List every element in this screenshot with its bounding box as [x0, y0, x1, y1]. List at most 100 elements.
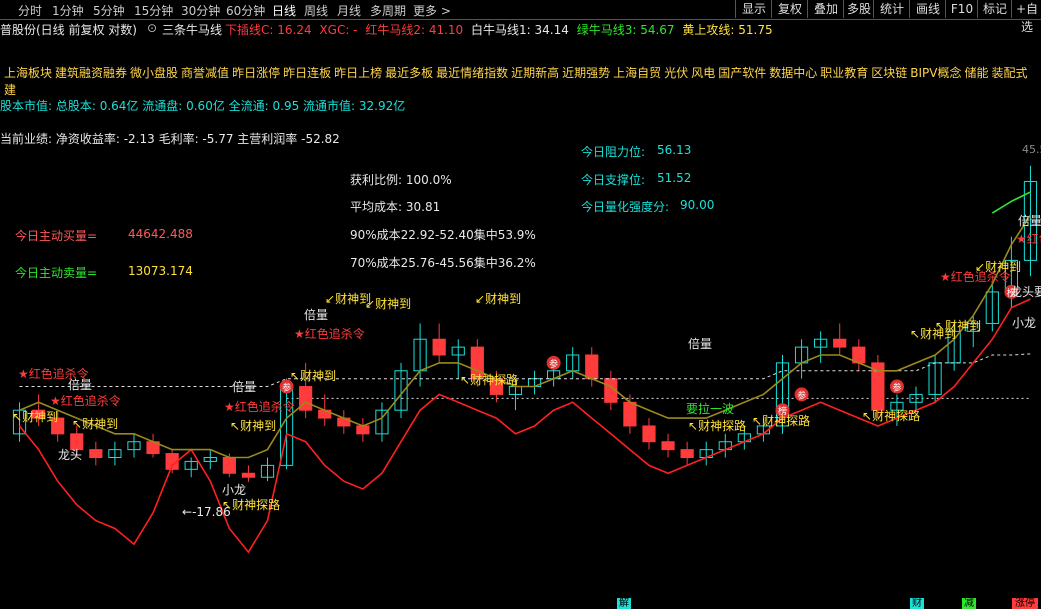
concept-tag[interactable]: 最近多板 — [385, 66, 433, 80]
strength-label: 今日量化强度分: — [581, 200, 670, 214]
concept-tag[interactable]: 最近情绪指数 — [436, 66, 508, 80]
candle-body — [566, 354, 580, 372]
concept-tag[interactable]: 商誉减值 — [181, 66, 229, 80]
tab-30min[interactable]: 30分钟 — [181, 2, 220, 19]
series-line — [18, 298, 1031, 554]
concept-tag[interactable]: 微小盘股 — [130, 66, 178, 80]
tab-minute[interactable]: 分时 — [18, 2, 42, 19]
candle-body — [794, 346, 809, 364]
red-chase-label: ★红色追杀令 — [224, 400, 295, 414]
concept-tag[interactable]: 数据中心 — [769, 66, 817, 80]
caishentanlu-label: ↖财神探路 — [688, 419, 747, 433]
stock-title: 普股份(日线 前复权 对数) — [0, 23, 137, 37]
green-line-value: 绿牛马线3: 54.67 — [576, 23, 675, 37]
tab-more[interactable]: 更多 > — [413, 2, 451, 19]
concept-tag[interactable]: 光伏 — [664, 66, 688, 80]
candle-body — [928, 362, 942, 395]
concept-tag[interactable]: 建筑融资融券 — [55, 66, 127, 80]
concept-tag[interactable]: 区块链 — [871, 66, 907, 80]
concept-tag[interactable]: 昨日连板 — [283, 66, 331, 80]
resistance-label: 今日阻力位: — [581, 145, 646, 159]
tab-60min[interactable]: 60分钟 — [226, 2, 265, 19]
tab-multi-period[interactable]: 多周期 — [370, 2, 406, 19]
marker-badge — [794, 387, 809, 402]
candle-body — [203, 457, 217, 462]
overlay-button[interactable]: 叠加 — [807, 0, 844, 18]
candle-body — [127, 441, 141, 451]
profit-ratio: 获利比例: 100.0% — [350, 173, 452, 187]
tab-monthly[interactable]: 月线 — [337, 2, 361, 19]
concept-tag[interactable]: 上海板块 — [4, 66, 52, 80]
candle-body — [184, 460, 198, 470]
statistics-button[interactable]: 统计 — [873, 0, 910, 18]
cost-90: 90%成本22.92-52.40集中53.9% — [350, 228, 536, 242]
candle-body — [165, 453, 179, 470]
candle-body — [852, 346, 866, 364]
candle-body — [699, 449, 713, 459]
add-favorite-button[interactable]: +自选 — [1011, 0, 1041, 34]
concept-tag[interactable]: 近期新高 — [511, 66, 559, 80]
tab-15min[interactable]: 15分钟 — [134, 2, 173, 19]
caishentanlu-label: ↖财神探路 — [752, 414, 811, 428]
strength-value: 90.00 — [680, 198, 715, 212]
concept-tag[interactable]: 昨日上榜 — [334, 66, 382, 80]
reduce-tag[interactable]: 减 — [962, 598, 976, 609]
limit-up-tag[interactable]: 涨停 — [1012, 598, 1038, 609]
active-sell-value: 13073.174 — [128, 264, 193, 278]
candle-body — [375, 409, 389, 435]
candle-body — [89, 449, 103, 459]
support-label: 今日支撑位: — [581, 173, 646, 187]
concept-tag[interactable]: 风电 — [691, 66, 715, 80]
concept-tag[interactable]: 储能 — [965, 66, 989, 80]
candle-body — [814, 338, 828, 348]
concept-tag[interactable]: BIPV概念 — [910, 66, 961, 80]
finance-tag[interactable]: 财 — [910, 598, 924, 609]
resistance-value: 56.13 — [657, 143, 692, 157]
multi-stock-button[interactable]: 多股 — [843, 0, 874, 18]
candle-body — [356, 425, 370, 435]
series-line — [991, 191, 1031, 214]
candle-body — [432, 338, 446, 356]
candle-body — [451, 346, 465, 356]
tab-1min[interactable]: 1分钟 — [52, 2, 84, 19]
mark-button[interactable]: 标记 — [977, 0, 1012, 18]
candle-body — [413, 338, 427, 372]
concept-tag[interactable]: 职业教育 — [820, 66, 868, 80]
f10-button[interactable]: F10 — [945, 0, 978, 18]
small-dragon-label: 小龙 — [1012, 316, 1037, 330]
double-volume-label: 倍量 — [232, 380, 257, 394]
candle-body — [394, 370, 408, 411]
xgc-value: XGC: - — [319, 23, 358, 37]
formula-name[interactable]: 三条牛马线 — [162, 21, 222, 38]
formula-settings-icon[interactable]: ⊙ — [147, 21, 157, 35]
candle-body — [222, 457, 236, 474]
unlock-tag[interactable]: 解 — [617, 598, 631, 609]
caishendao-label: ↖财神到 — [72, 417, 119, 431]
concept-tag[interactable]: 近期强势 — [562, 66, 610, 80]
concept-tag[interactable]: 上海自贸 — [613, 66, 661, 80]
tab-weekly[interactable]: 周线 — [304, 2, 328, 19]
marker-badge — [546, 355, 561, 370]
tab-daily[interactable]: 日线 — [272, 2, 296, 19]
period-toolbar: 分时 1分钟 5分钟 15分钟 30分钟 60分钟 日线 周线 月线 多周期 更… — [0, 0, 1041, 34]
concept-tags: 上海板块 建筑融资融券 微小盘股 商誉减值 昨日涨停 昨日连板 昨日上榜 最近多板 最近情绪指数… — [4, 64, 1041, 98]
red-line-value: 红牛马线2: 41.10 — [365, 23, 464, 37]
performance-info: 当前业绩: 净资收益率: -2.13 毛利率: -5.77 主营利润率 -52.… — [0, 132, 340, 146]
dragon-head-label: 龙头 — [58, 448, 83, 462]
double-volume-label: 倍量 — [304, 308, 329, 322]
concept-tag[interactable]: 昨日涨停 — [232, 66, 280, 80]
concept-tag[interactable]: 国产软件 — [718, 66, 766, 80]
series-line — [19, 353, 1031, 387]
right-axis-value: 45.5 — [1022, 143, 1041, 156]
caishendao-label: ↙财神到 — [475, 292, 522, 306]
candle-body — [833, 338, 847, 348]
candle-body — [299, 386, 313, 411]
adjust-button[interactable]: 复权 — [771, 0, 808, 18]
caishendao-label: ↖财神到 — [290, 369, 337, 383]
candle-body — [909, 393, 923, 403]
tab-5min[interactable]: 5分钟 — [93, 2, 125, 19]
active-sell-label: 今日主动卖量= — [15, 266, 98, 280]
red-chase-label: ★红色追杀令 — [1016, 232, 1041, 246]
draw-line-button[interactable]: 画线 — [909, 0, 946, 18]
display-button[interactable]: 显示 — [735, 0, 772, 18]
